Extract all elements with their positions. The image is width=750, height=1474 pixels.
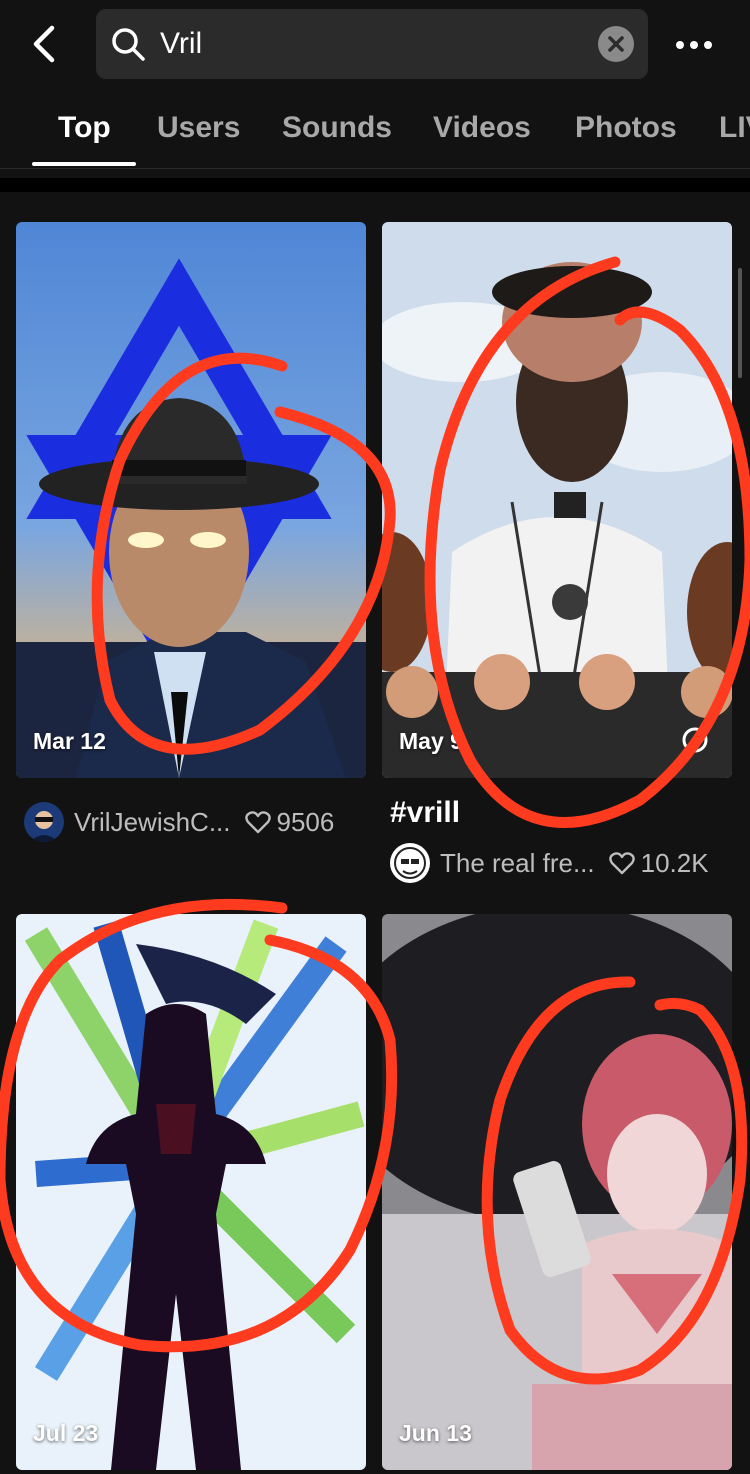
back-button[interactable] <box>24 22 68 66</box>
thumbnail-image <box>16 914 366 1470</box>
search-query[interactable]: Vril <box>160 25 202 63</box>
search-results-page: Vril Top Users Sounds Videos Photos LIVE <box>0 0 750 1474</box>
username[interactable]: The real fre... <box>440 848 595 879</box>
thumbnail-image <box>16 222 366 778</box>
post-date: Jun 13 <box>399 1420 472 1446</box>
tab-live[interactable]: LIVE <box>719 108 750 148</box>
scrollbar[interactable] <box>738 268 742 378</box>
clear-icon <box>608 36 624 52</box>
like-count: 10.2K <box>608 847 709 879</box>
more-options-button[interactable] <box>674 30 714 60</box>
section-divider <box>0 178 750 192</box>
thumbnail-image <box>382 914 732 1470</box>
like-count-value: 9506 <box>276 806 335 837</box>
active-tab-indicator <box>32 162 136 166</box>
post-date: Jul 23 <box>33 1420 99 1446</box>
video-thumbnail[interactable]: Mar 12 <box>16 222 366 778</box>
tab-sounds[interactable]: Sounds <box>282 108 392 148</box>
video-thumbnail[interactable]: Jun 13 <box>382 914 732 1470</box>
video-caption[interactable]: #vrill <box>390 796 460 830</box>
heart-icon <box>244 811 271 834</box>
tab-photos[interactable]: Photos <box>575 108 677 148</box>
back-arrow-icon <box>33 25 55 63</box>
like-count-value: 10.2K <box>640 847 709 878</box>
post-date: May 9 <box>399 728 463 754</box>
thumbnail-image <box>382 222 732 778</box>
avatar[interactable] <box>390 843 430 883</box>
top-bar: Vril <box>0 0 750 92</box>
search-tabs: Top Users Sounds Videos Photos LIVE <box>0 100 750 169</box>
video-thumbnail[interactable]: Jul 23 <box>16 914 366 1470</box>
video-meta: VrilJewishC... 9506 <box>24 802 334 842</box>
avatar[interactable] <box>24 802 64 842</box>
video-thumbnail[interactable]: May 9 <box>382 222 732 778</box>
search-input[interactable]: Vril <box>96 9 648 79</box>
search-icon <box>112 28 145 61</box>
heart-icon <box>608 852 635 875</box>
like-count: 9506 <box>244 806 335 838</box>
tab-top[interactable]: Top <box>58 108 111 148</box>
video-meta: The real fre... 10.2K <box>390 843 709 883</box>
clear-search-button[interactable] <box>598 26 634 62</box>
post-date: Mar 12 <box>33 728 106 754</box>
tab-videos[interactable]: Videos <box>433 108 531 148</box>
username[interactable]: VrilJewishC... <box>74 807 231 838</box>
more-options-icon <box>676 41 712 49</box>
tab-users[interactable]: Users <box>157 108 240 148</box>
